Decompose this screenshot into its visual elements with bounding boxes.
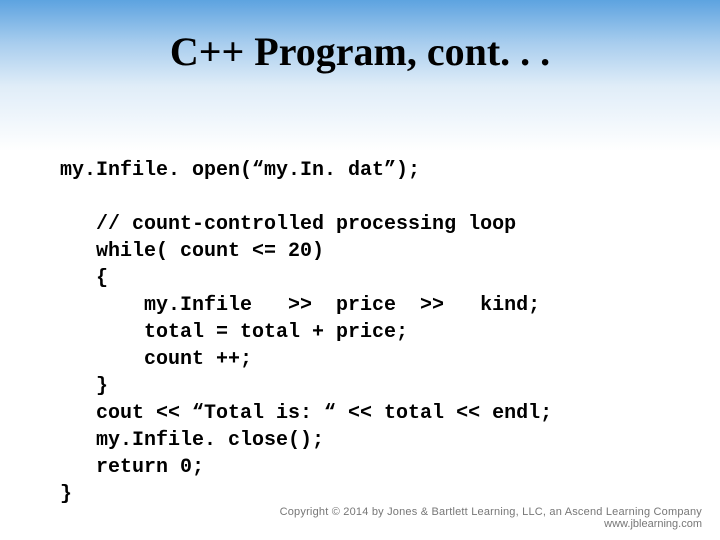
code-line: my.Infile. close();	[60, 429, 324, 452]
code-line: {	[60, 267, 108, 290]
code-line: my.Infile. open(“my.In. dat”);	[60, 159, 420, 182]
footer: Copyright © 2014 by Jones & Bartlett Lea…	[280, 506, 702, 530]
slide: C++ Program, cont. . . my.Infile. open(“…	[0, 0, 720, 540]
code-line: // count-controlled processing loop	[60, 213, 516, 236]
slide-title: C++ Program, cont. . .	[0, 0, 720, 75]
code-block: my.Infile. open(“my.In. dat”); // count-…	[60, 130, 680, 508]
code-line: my.Infile >> price >> kind;	[60, 294, 540, 317]
copyright-text: Copyright © 2014 by Jones & Bartlett Lea…	[280, 506, 702, 518]
footer-url: www.jblearning.com	[280, 518, 702, 530]
code-line: }	[60, 375, 108, 398]
code-line: cout << “Total is: “ << total << endl;	[60, 402, 552, 425]
code-line: total = total + price;	[60, 321, 408, 344]
code-line: return 0;	[60, 456, 204, 479]
code-line: }	[60, 483, 72, 506]
code-line: while( count <= 20)	[60, 240, 324, 263]
code-line: count ++;	[60, 348, 252, 371]
